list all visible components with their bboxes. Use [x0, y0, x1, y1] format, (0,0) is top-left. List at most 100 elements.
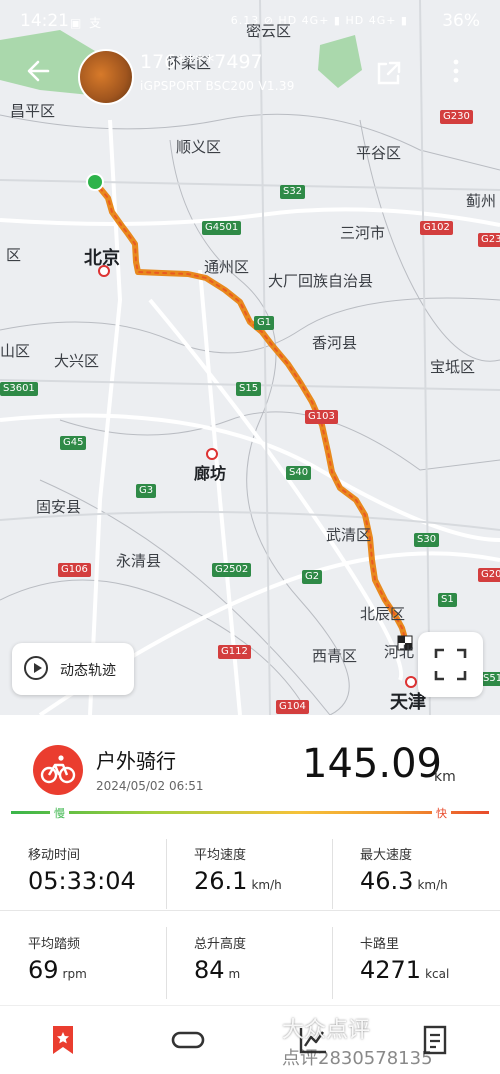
track-overview-icon[interactable]: [170, 1024, 206, 1056]
activity-date: 2024/05/02 06:51: [96, 779, 204, 793]
status-bar: 14:21 ▣ 支 6.13 ⊘ HD 4G+ ▮ HD 4G+ ▮ 36%: [0, 0, 500, 42]
road-shield: G45: [60, 436, 87, 450]
status-time: 14:21: [20, 11, 69, 31]
stats-grid: 移动时间 05:33:04 平均速度 26.1 km/h 最大速度 46.3 km/…: [0, 839, 500, 999]
place-guan: 固安县: [36, 498, 82, 516]
stat-unit: km/h: [417, 878, 448, 892]
road-shield: S30: [414, 533, 440, 547]
activity-type: 户外骑行: [96, 749, 176, 773]
route-start-marker: [86, 173, 104, 191]
stat-unit: rpm: [62, 967, 87, 981]
activity-summary-card: 户外骑行 2024/05/02 06:51 145.09 km 慢 快 移动时间…: [0, 715, 500, 1005]
speed-legend-bar: [11, 811, 489, 814]
stat-number: 26.1: [194, 867, 248, 895]
stat-avg-cadence: 平均踏频 69 rpm: [0, 928, 166, 1008]
slow-label: 慢: [50, 805, 69, 821]
divider: [166, 839, 167, 909]
stat-unit: kcal: [425, 967, 450, 981]
road-shield: G112: [218, 645, 251, 659]
place-dachang: 大厂回族自治县: [268, 272, 374, 290]
road-shield: G20: [478, 568, 500, 582]
fullscreen-icon: [434, 648, 467, 681]
road-shield: G2502: [212, 563, 252, 577]
stat-value: 69 rpm: [28, 956, 87, 984]
stat-label: 最大速度: [360, 848, 413, 863]
stat-value: 26.1 km/h: [194, 867, 282, 895]
place-baodi: 宝坻区: [430, 358, 476, 376]
place-langfang: 廊坊: [194, 464, 227, 483]
watermark-id-text: 点评2830578135: [282, 1048, 433, 1069]
dynamic-track-label: 动态轨迹: [60, 663, 116, 679]
road-shield: S3601: [0, 382, 38, 396]
road-shield: S32: [280, 185, 306, 199]
stat-moving-time: 移动时间 05:33:04: [0, 839, 166, 919]
stat-value: 05:33:04: [28, 867, 140, 895]
place-edge-qu: 区: [6, 246, 22, 264]
stat-total-ascent: 总升高度 84 m: [166, 928, 332, 1008]
stat-label: 卡路里: [360, 937, 400, 952]
stat-number: 4271: [360, 956, 422, 984]
stat-label: 移动时间: [28, 848, 81, 863]
road-shield: G1: [254, 316, 275, 330]
avatar[interactable]: [78, 49, 134, 105]
divider: [166, 927, 167, 999]
stat-label: 平均踏频: [28, 937, 81, 952]
device-title: 176****7497: [140, 51, 263, 73]
road-shield: S15: [236, 382, 262, 396]
road-shield: G103: [305, 410, 338, 424]
fast-label: 快: [432, 805, 451, 821]
stat-avg-speed: 平均速度 26.1 km/h: [166, 839, 332, 919]
stat-value: 46.3 km/h: [360, 867, 448, 895]
place-xiqing: 西青区: [312, 647, 358, 665]
play-icon: [24, 656, 48, 680]
battery-level: 36%: [442, 11, 480, 31]
dynamic-track-button[interactable]: 动态轨迹: [12, 643, 134, 695]
distance-unit: km: [434, 769, 456, 785]
stat-number: 84: [194, 956, 225, 984]
stat-value: 84 m: [194, 956, 240, 984]
share-icon[interactable]: [374, 58, 402, 86]
place-sanhe: 三河市: [340, 224, 386, 242]
place-wuqing: 武清区: [326, 526, 372, 544]
road-shield: S40: [286, 466, 312, 480]
place-jizhou: 蓟州: [466, 192, 497, 210]
place-pinggu: 平谷区: [356, 144, 402, 162]
road-shield: G230: [440, 110, 473, 124]
road-shield: S51: [480, 672, 500, 686]
divider: [332, 839, 333, 909]
place-yongqing: 永清县: [116, 552, 162, 570]
back-arrow-icon[interactable]: [26, 58, 52, 89]
beijing-city-dot: [98, 265, 110, 277]
watermark-logo-text: 大众点评: [282, 1018, 371, 1043]
road-shield: G104: [276, 700, 309, 714]
stat-unit: km/h: [251, 878, 282, 892]
place-xianghe: 香河县: [312, 334, 358, 352]
more-options-icon[interactable]: [452, 58, 460, 89]
stat-max-speed: 最大速度 46.3 km/h: [332, 839, 498, 919]
stat-label: 总升高度: [194, 937, 247, 952]
road-shield: G4501: [202, 221, 242, 235]
status-app-icons: ▣ 支: [70, 16, 104, 30]
bicycle-icon: [33, 745, 83, 795]
place-beichen: 北辰区: [360, 605, 406, 623]
device-subtitle: iGPSPORT BSC200 V1.39: [140, 79, 295, 93]
langfang-city-dot: [206, 448, 218, 460]
place-changping: 昌平区: [10, 102, 56, 120]
stat-label: 平均速度: [194, 848, 247, 863]
fullscreen-button[interactable]: [418, 632, 483, 697]
stat-value: 4271 kcal: [360, 956, 449, 984]
road-shield: G2: [302, 570, 323, 584]
place-tongzhou: 通州区: [204, 258, 250, 276]
place-daxing: 大兴区: [54, 352, 100, 370]
place-shunyi: 顺义区: [176, 138, 222, 156]
stat-calories: 卡路里 4271 kcal: [332, 928, 498, 1008]
route-map[interactable]: 密云区 怀柔区 昌平区 顺义区 平谷区 蓟州 北京 区 通州区 三河市 大厂回族…: [0, 0, 500, 715]
bookmark-icon[interactable]: [48, 1024, 80, 1056]
road-shield: S1: [438, 593, 457, 607]
total-distance: 145.09: [302, 741, 442, 787]
place-edge-shan: 山区: [0, 342, 31, 360]
tianjin-city-dot: [405, 676, 417, 688]
divider: [0, 910, 500, 911]
divider: [332, 927, 333, 999]
place-hebei-district: 河北: [384, 643, 415, 661]
